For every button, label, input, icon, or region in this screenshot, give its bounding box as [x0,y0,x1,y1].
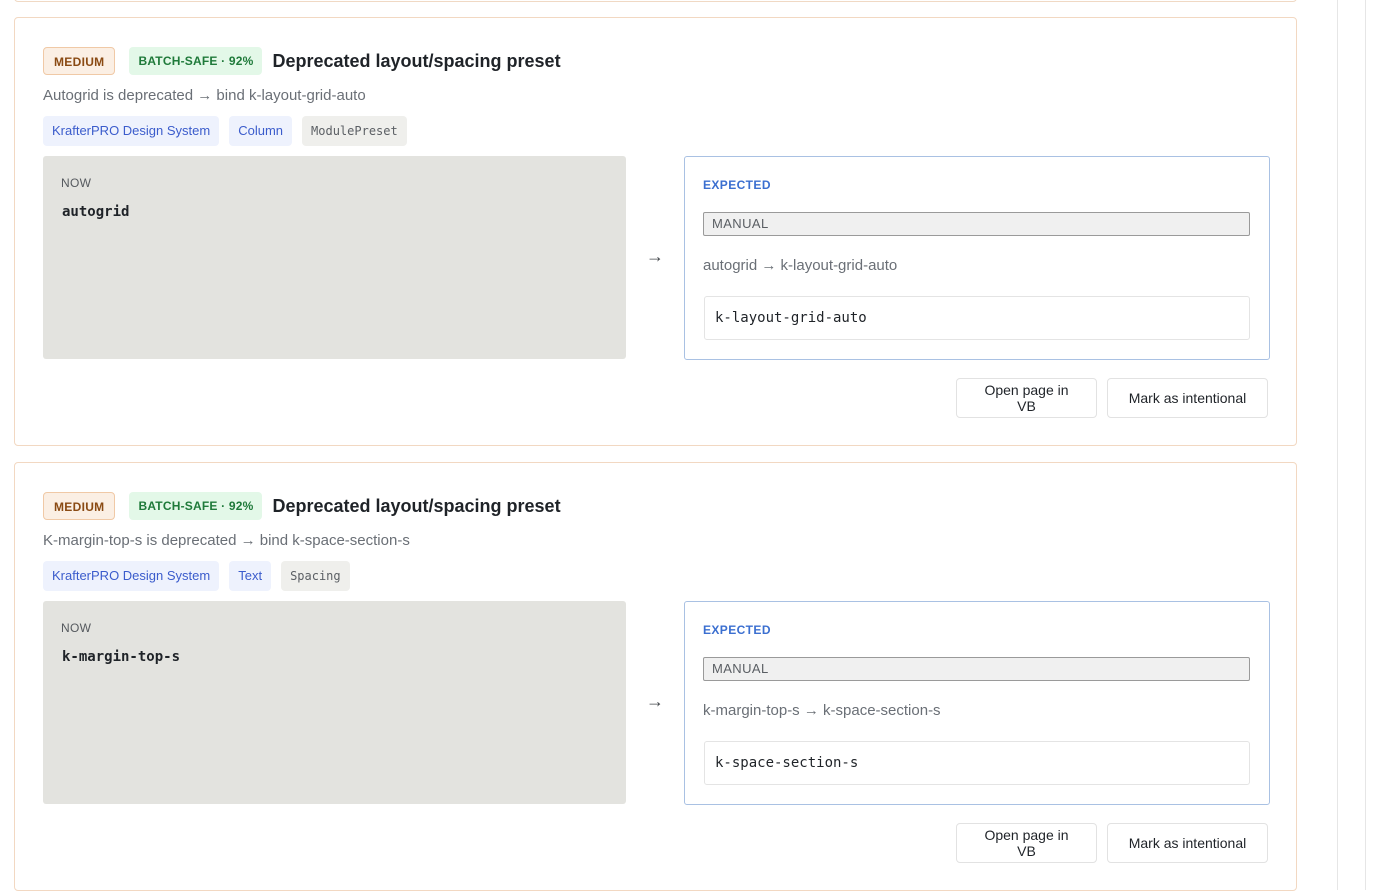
current-value: k-margin-top-s [62,649,181,665]
issue-title: Deprecated layout/spacing preset [272,50,561,71]
previous-issue-card-edge [14,0,1297,2]
issue-actions: Open page in VB Mark as intentional [946,823,1268,863]
issue-tags: KrafterPRO Design System Column ModulePr… [43,116,417,146]
severity-badge: MEDIUM [43,492,116,520]
now-label: NOW [61,621,92,635]
batch-safe-badge: BATCH-SAFE · 92% [129,492,263,520]
expected-label: EXPECTED [703,623,771,637]
mark-intentional-button[interactable]: Mark as intentional [1107,823,1268,863]
current-value-panel: NOW k-margin-top-s [43,601,626,804]
arrow-right-icon: → [646,691,664,711]
tag-design-system[interactable]: KrafterPRO Design System [43,561,220,591]
issue-header: MEDIUM BATCH-SAFE · 92% Deprecated layou… [43,47,561,75]
tag-design-system[interactable]: KrafterPRO Design System [43,116,220,146]
value-mapping: autogrid → k-layout-grid-auto [703,257,898,274]
issue-card: MEDIUM BATCH-SAFE · 92% Deprecated layou… [14,17,1297,446]
mark-intentional-button[interactable]: Mark as intentional [1107,378,1268,418]
fix-mode-badge: MANUAL [703,212,1250,236]
issue-description: Autogrid is deprecated → bind k-layout-g… [43,87,366,104]
tag-component[interactable]: Column [229,116,293,146]
issue-card: MEDIUM BATCH-SAFE · 92% Deprecated layou… [14,462,1297,891]
issue-description: K-margin-top-s is deprecated → bind k-sp… [43,532,410,549]
expected-value: k-space-section-s [704,741,1250,785]
batch-safe-badge: BATCH-SAFE · 92% [129,47,263,75]
tag-component[interactable]: Text [229,561,272,591]
tag-property: ModulePreset [302,116,407,146]
tag-property: Spacing [281,561,350,591]
expected-value-panel: EXPECTED MANUAL autogrid → k-layout-grid… [684,156,1270,360]
issue-header: MEDIUM BATCH-SAFE · 92% Deprecated layou… [43,492,561,520]
open-page-button[interactable]: Open page in VB [956,823,1097,863]
fix-mode-badge: MANUAL [703,657,1250,681]
value-mapping: k-margin-top-s → k-space-section-s [703,702,941,719]
issue-title: Deprecated layout/spacing preset [272,495,561,516]
open-page-button[interactable]: Open page in VB [956,378,1097,418]
expected-value: k-layout-grid-auto [704,296,1250,340]
expected-label: EXPECTED [703,178,771,192]
current-value: autogrid [62,204,130,220]
severity-badge: MEDIUM [43,47,116,75]
issue-actions: Open page in VB Mark as intentional [946,378,1268,418]
scrollbar-track[interactable] [1337,0,1366,890]
now-label: NOW [61,176,92,190]
current-value-panel: NOW autogrid [43,156,626,359]
expected-value-panel: EXPECTED MANUAL k-margin-top-s → k-space… [684,601,1270,805]
arrow-right-icon: → [646,246,664,266]
issue-tags: KrafterPRO Design System Text Spacing [43,561,360,591]
